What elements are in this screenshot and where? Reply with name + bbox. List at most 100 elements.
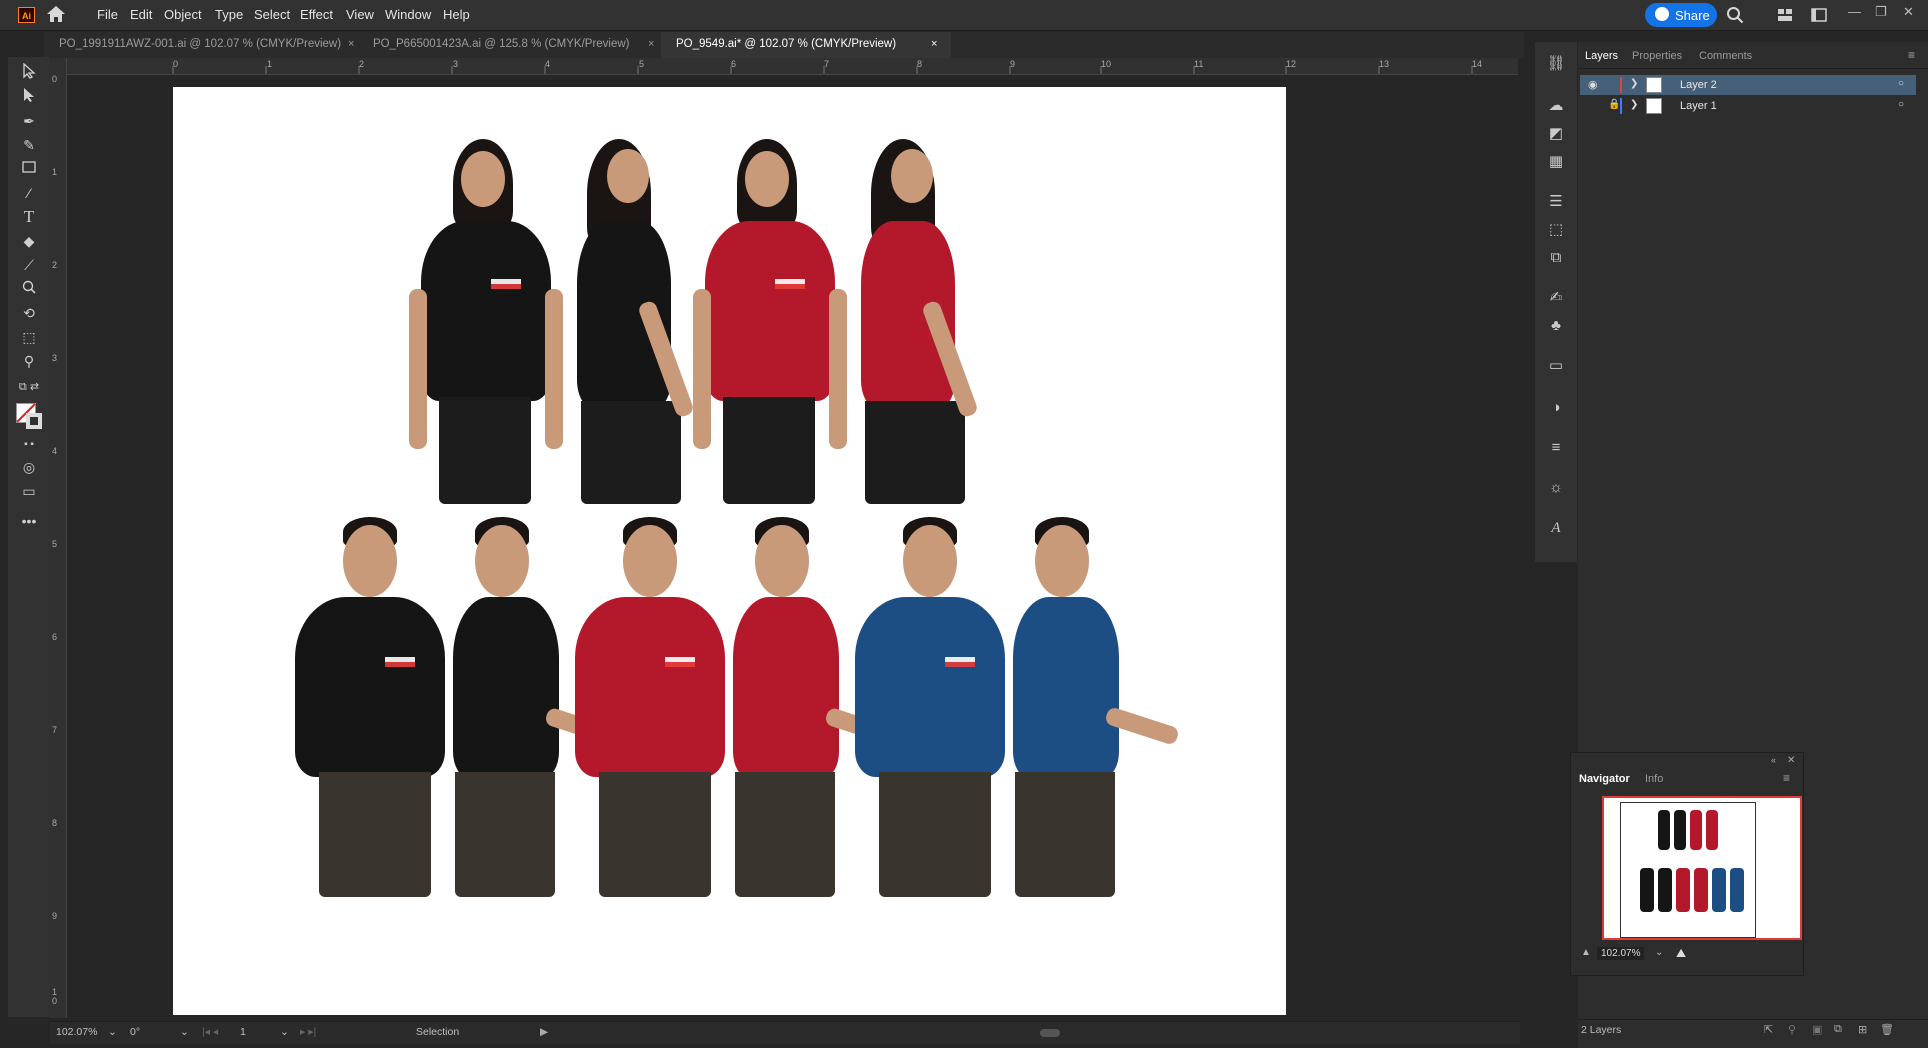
chevron-down-icon[interactable]: ⌄ bbox=[280, 1026, 289, 1038]
export-icon[interactable]: ⇱ bbox=[1764, 1023, 1773, 1036]
drawing-mode-icon[interactable]: ◎ bbox=[18, 457, 40, 477]
layer-name[interactable]: Layer 1 bbox=[1680, 100, 1717, 112]
play-icon[interactable]: ▶ bbox=[540, 1026, 548, 1038]
menu-select[interactable]: Select bbox=[254, 7, 290, 22]
model-photo-man-blue-front[interactable] bbox=[845, 517, 1005, 897]
tab-document-active[interactable]: PO_9549.ai* @ 102.07 % (CMYK/Preview) × bbox=[661, 32, 951, 58]
color-mode-icon[interactable]: ▪ ▪ bbox=[18, 435, 40, 455]
panel-menu-icon[interactable]: ≡ bbox=[1783, 771, 1790, 785]
screen-mode-icon[interactable]: ▭ bbox=[18, 481, 40, 501]
zoom-out-icon[interactable]: ▲ bbox=[1581, 947, 1591, 958]
workspace-switcher-icon[interactable] bbox=[1811, 8, 1827, 25]
collapse-icon[interactable]: « bbox=[1771, 755, 1776, 765]
transform-icon[interactable]: ⬚ bbox=[1545, 220, 1567, 240]
eye-icon[interactable]: ◉ bbox=[1588, 78, 1598, 91]
appearance-icon[interactable]: ☼ bbox=[1545, 478, 1567, 498]
model-photo-woman-red-side[interactable] bbox=[851, 139, 1001, 504]
symbols-club-icon[interactable]: ♣ bbox=[1545, 316, 1567, 336]
character-icon[interactable]: A bbox=[1545, 518, 1567, 538]
close-icon[interactable]: × bbox=[648, 38, 654, 50]
layer-row-layer-2[interactable]: ◉ ❯ Layer 2 ○ bbox=[1580, 75, 1916, 95]
more-tools-icon[interactable]: ••• bbox=[18, 511, 40, 531]
next-artboard-icon[interactable]: ▸ ▸| bbox=[300, 1026, 316, 1038]
lock-icon[interactable]: 🔒 bbox=[1608, 99, 1620, 110]
delete-icon[interactable]: 🗑 bbox=[1880, 1023, 1894, 1036]
chevron-right-icon[interactable]: ❯ bbox=[1630, 78, 1638, 89]
close-icon[interactable]: × bbox=[348, 38, 354, 50]
target-circle-icon[interactable]: ○ bbox=[1898, 78, 1904, 89]
pen-tool-icon[interactable]: ✒ bbox=[18, 111, 40, 131]
zoom-tool-icon[interactable] bbox=[18, 279, 40, 299]
selection-tool-icon[interactable] bbox=[18, 62, 40, 83]
model-photo-man-black-front[interactable] bbox=[285, 517, 445, 897]
menu-edit[interactable]: Edit bbox=[130, 7, 152, 22]
menu-effect[interactable]: Effect bbox=[300, 7, 333, 22]
model-photo-woman-black-front[interactable] bbox=[401, 139, 571, 504]
locate-object-icon[interactable]: ⚲ bbox=[1788, 1023, 1796, 1036]
restore-icon[interactable]: ❐ bbox=[1875, 4, 1887, 20]
tab-properties[interactable]: Properties bbox=[1632, 50, 1682, 62]
eraser-tool-icon[interactable]: ◆ bbox=[18, 231, 40, 251]
close-window-icon[interactable]: ✕ bbox=[1903, 4, 1914, 20]
tab-info[interactable]: Info bbox=[1645, 773, 1663, 785]
pin-tool-icon[interactable]: ⚲ bbox=[18, 351, 40, 371]
links-icon[interactable]: ⛓ bbox=[1545, 54, 1567, 74]
stroke-icon[interactable]: ≡ bbox=[1545, 438, 1567, 458]
menu-object[interactable]: Object bbox=[164, 7, 202, 22]
home-icon[interactable] bbox=[46, 5, 66, 23]
close-icon[interactable]: ✕ bbox=[1787, 755, 1795, 766]
curvature-tool-icon[interactable]: ✎ bbox=[18, 135, 40, 155]
menu-help[interactable]: Help bbox=[443, 7, 470, 22]
target-circle-icon[interactable]: ○ bbox=[1898, 99, 1904, 110]
tab-document-2[interactable]: PO_P665001423A.ai @ 125.8 % (CMYK/Previe… bbox=[358, 32, 658, 58]
chevron-down-icon[interactable]: ⌄ bbox=[180, 1026, 189, 1038]
navigator-zoom-field[interactable]: 102.07% bbox=[1597, 947, 1645, 960]
close-icon[interactable]: × bbox=[931, 38, 937, 50]
type-tool-icon[interactable]: T bbox=[18, 207, 40, 227]
fill-stroke-swatch-icon[interactable] bbox=[16, 403, 44, 431]
zoom-in-icon[interactable]: ⛰ bbox=[1676, 946, 1686, 961]
default-colors-icon[interactable]: ⧉ ⇄ bbox=[18, 377, 40, 397]
chevron-down-icon[interactable]: ⌄ bbox=[108, 1026, 117, 1038]
rectangle-tool-icon[interactable] bbox=[18, 159, 40, 179]
panel-menu-icon[interactable]: ≡ bbox=[1908, 48, 1915, 62]
first-artboard-icon[interactable]: |◂ ◂ bbox=[202, 1026, 218, 1038]
artboard[interactable] bbox=[173, 87, 1286, 1015]
transparency-icon[interactable]: ◑ bbox=[1545, 398, 1567, 418]
brushes-icon[interactable]: ✍ bbox=[1545, 288, 1567, 308]
libraries-icon[interactable]: ☁ bbox=[1545, 96, 1567, 116]
zoom-level-field[interactable]: 102.07% bbox=[56, 1026, 97, 1038]
menu-file[interactable]: File bbox=[97, 7, 118, 22]
rotate-tool-icon[interactable]: ⟲ bbox=[18, 303, 40, 323]
new-sublayer-icon[interactable]: ⧉ bbox=[1834, 1023, 1842, 1036]
artboard-number-field[interactable]: 1 bbox=[240, 1026, 246, 1038]
chevron-down-icon[interactable]: ⌄ bbox=[1655, 947, 1663, 958]
eyedropper-tool-icon[interactable]: ⟋ bbox=[18, 255, 40, 275]
paintbrush-tool-icon[interactable]: ⁄ bbox=[18, 183, 40, 203]
symbols-icon[interactable]: ▦ bbox=[1545, 152, 1567, 172]
navigator-preview[interactable] bbox=[1602, 796, 1802, 940]
menu-view[interactable]: View bbox=[346, 7, 374, 22]
layer-name[interactable]: Layer 2 bbox=[1680, 79, 1717, 91]
menu-type[interactable]: Type bbox=[215, 7, 243, 22]
rotation-field[interactable]: 0° bbox=[130, 1026, 140, 1038]
minimize-icon[interactable]: — bbox=[1848, 4, 1861, 19]
direct-selection-tool-icon[interactable] bbox=[18, 87, 40, 107]
search-icon[interactable] bbox=[1726, 6, 1744, 27]
pathfinder-icon[interactable]: ⧉ bbox=[1545, 248, 1567, 268]
menu-window[interactable]: Window bbox=[385, 7, 431, 22]
tab-layers[interactable]: Layers bbox=[1585, 50, 1618, 62]
model-photo-woman-red-front[interactable] bbox=[685, 139, 855, 504]
model-photo-man-blue-side[interactable] bbox=[1005, 517, 1181, 897]
chevron-right-icon[interactable]: ❯ bbox=[1630, 99, 1638, 110]
layer-row-layer-1[interactable]: 🔒 ❯ Layer 1 ○ bbox=[1580, 96, 1916, 116]
tab-navigator[interactable]: Navigator bbox=[1579, 773, 1630, 785]
image-trace-icon[interactable]: ◩ bbox=[1545, 124, 1567, 144]
tab-comments[interactable]: Comments bbox=[1699, 50, 1752, 62]
horizontal-scrollbar[interactable] bbox=[580, 1029, 1500, 1037]
align-icon[interactable]: ☰ bbox=[1545, 192, 1567, 212]
tab-document-1[interactable]: PO_1991911AWZ-001.ai @ 102.07 % (CMYK/Pr… bbox=[44, 32, 356, 58]
model-photo-man-red-front[interactable] bbox=[565, 517, 725, 897]
gradient-icon[interactable]: ▭ bbox=[1545, 356, 1567, 376]
arrange-documents-icon[interactable] bbox=[1777, 8, 1793, 25]
